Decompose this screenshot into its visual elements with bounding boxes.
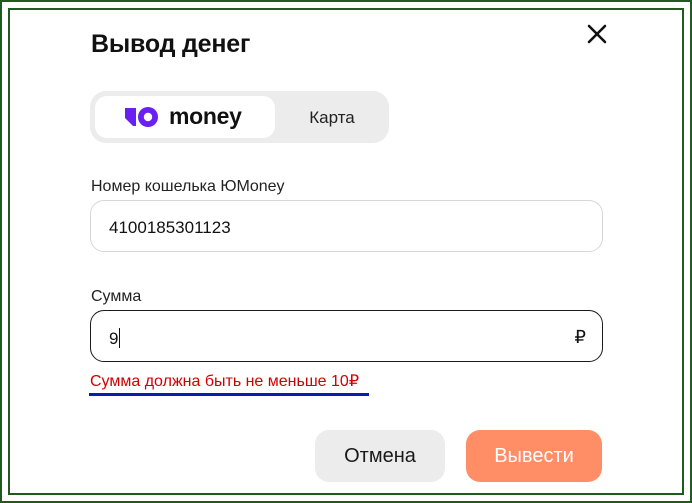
close-button[interactable] <box>583 20 611 48</box>
yoomoney-logo-icon <box>125 107 158 127</box>
payment-method-toggle: money Карта <box>90 91 389 143</box>
amount-label: Сумма <box>91 288 142 305</box>
close-icon <box>587 24 607 44</box>
cancel-button-label: Отмена <box>344 445 416 467</box>
wallet-number-input[interactable]: 4100185301123 <box>90 200 603 252</box>
toggle-option-card[interactable]: Карта <box>280 96 384 138</box>
amount-value-wrapper: 9 <box>109 328 121 349</box>
toggle-option-card-label: Карта <box>309 108 355 127</box>
withdraw-button[interactable]: Вывести <box>466 430 602 482</box>
toggle-option-yoomoney[interactable]: money <box>95 96 275 138</box>
amount-value: 9 <box>109 329 119 348</box>
text-caret <box>119 328 121 348</box>
amount-input[interactable]: 9 ₽ <box>90 310 603 362</box>
error-underline <box>89 393 369 396</box>
amount-error-message: Сумма должна быть не меньше 10₽ <box>90 373 359 390</box>
yoomoney-logo-text: money <box>169 103 242 129</box>
cancel-button[interactable]: Отмена <box>315 430 445 482</box>
dialog-title: Вывод денег <box>91 30 251 58</box>
withdraw-button-label: Вывести <box>494 445 574 467</box>
currency-symbol: ₽ <box>574 327 586 347</box>
wallet-number-value: 4100185301123 <box>109 218 231 237</box>
wallet-number-label: Номер кошелька ЮMoney <box>91 178 285 195</box>
